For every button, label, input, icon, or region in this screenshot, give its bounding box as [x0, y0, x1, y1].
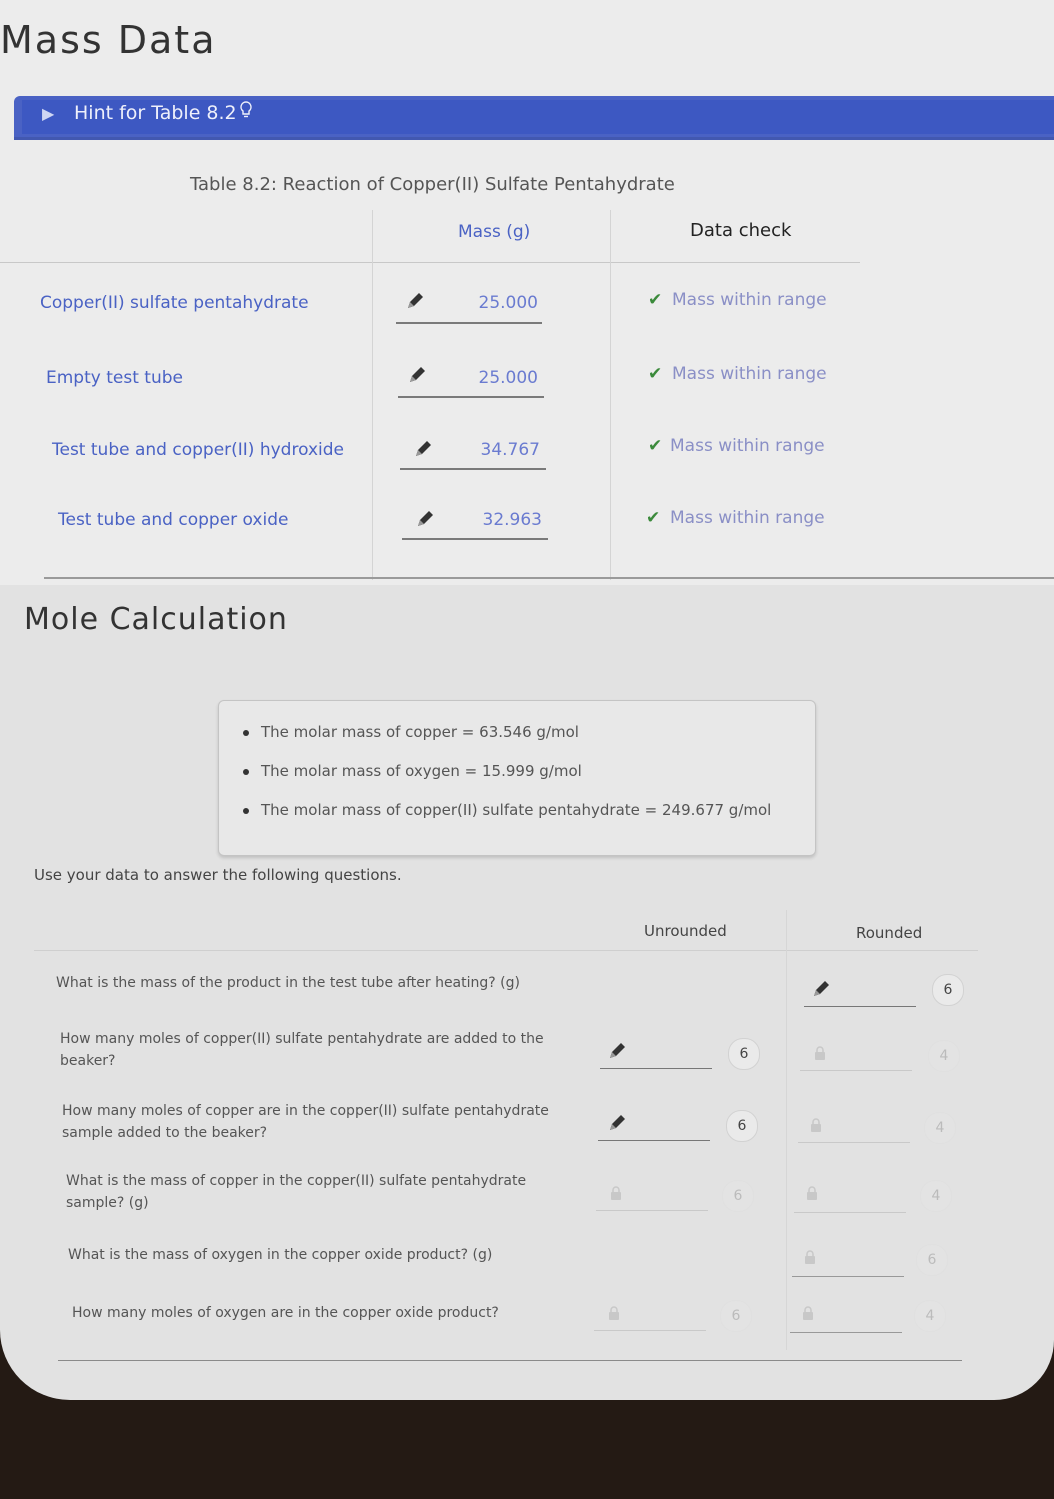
sig-fig-badge: 6 [720, 1300, 752, 1332]
mass-data-section: Mass Data ▶ Hint for Table 8.2 Table 8.2… [0, 0, 1054, 585]
check-icon: ✔ [648, 436, 663, 456]
rounded-answer-input [798, 1142, 910, 1143]
bullet [243, 808, 249, 814]
check-icon: ✔ [648, 364, 663, 384]
data-check-status: Mass within range [670, 508, 825, 528]
pencil-icon[interactable] [606, 1112, 628, 1134]
lock-icon [805, 1250, 815, 1264]
data-check-status: Mass within range [672, 290, 827, 310]
molar-mass-item: The molar mass of copper(II) sulfate pen… [261, 801, 772, 819]
header-divider [34, 950, 978, 951]
pencil-icon[interactable] [414, 508, 436, 530]
table-row: Test tube and copper(II) hydroxide 34.76… [0, 428, 1054, 488]
input-underline [396, 322, 542, 324]
mass-value-input[interactable]: 25.000 [458, 368, 538, 388]
mole-calculation-heading: Mole Calculation [24, 602, 288, 637]
data-check-status: Mass within range [672, 364, 827, 384]
rounded-answer-input[interactable] [804, 1006, 916, 1007]
lock-icon [609, 1306, 619, 1320]
table-row: Copper(II) sulfate pentahydrate 25.000 ✔… [0, 280, 1054, 340]
data-check-status: Mass within range [670, 436, 825, 456]
lock-icon [803, 1306, 813, 1320]
molar-mass-item: The molar mass of oxygen = 15.999 g/mol [261, 762, 582, 780]
table-row: Empty test tube 25.000 ✔ Mass within ran… [0, 354, 1054, 414]
pencil-icon[interactable] [404, 290, 426, 312]
bullet [243, 769, 249, 775]
header-divider [0, 262, 860, 263]
row-label: Test tube and copper oxide [58, 510, 289, 530]
sig-fig-badge: 4 [928, 1040, 960, 1072]
sig-fig-badge: 6 [722, 1180, 754, 1212]
rounded-answer-input [794, 1212, 906, 1213]
table-row: Test tube and copper oxide 32.963 ✔ Mass… [0, 498, 1054, 558]
question-text: What is the mass of copper in the copper… [66, 1173, 527, 1211]
mass-value-input[interactable]: 34.767 [460, 440, 540, 460]
question-text: What is the mass of oxygen in the copper… [68, 1247, 493, 1263]
unrounded-answer-input [594, 1330, 706, 1331]
section-divider [44, 577, 1054, 579]
pencil-icon[interactable] [810, 978, 832, 1000]
table-caption: Table 8.2: Reaction of Copper(II) Sulfat… [190, 174, 675, 195]
lock-icon [807, 1186, 817, 1200]
lock-icon [811, 1118, 821, 1132]
column-divider [786, 910, 787, 1350]
section-divider [58, 1360, 962, 1361]
molar-mass-info-box: The molar mass of copper = 63.546 g/mol … [218, 700, 816, 856]
bullet [243, 730, 249, 736]
sig-fig-badge: 6 [916, 1244, 948, 1276]
unrounded-answer-input [596, 1210, 708, 1211]
lightbulb-icon [240, 101, 252, 118]
row-label: Test tube and copper(II) hydroxide [52, 440, 344, 460]
input-underline [400, 468, 546, 470]
sig-fig-badge: 4 [914, 1300, 946, 1332]
question-text: How many moles of copper are in the copp… [62, 1103, 549, 1141]
hint-toggle[interactable]: ▶ Hint for Table 8.2 [14, 96, 1054, 140]
rounded-column-header: Rounded [856, 924, 923, 942]
rounded-answer-input [790, 1332, 902, 1333]
row-label: Empty test tube [46, 368, 183, 388]
unrounded-answer-input[interactable] [600, 1068, 712, 1069]
data-check-column-header: Data check [690, 220, 792, 241]
unrounded-answer-input[interactable] [598, 1140, 710, 1141]
molar-mass-item: The molar mass of copper = 63.546 g/mol [261, 723, 579, 741]
check-icon: ✔ [646, 508, 661, 528]
question-text: How many moles of copper(II) sulfate pen… [60, 1031, 544, 1069]
pencil-icon[interactable] [606, 1040, 628, 1062]
check-icon: ✔ [648, 290, 663, 310]
question-text: What is the mass of the product in the t… [56, 975, 520, 991]
question-text: How many moles of oxygen are in the copp… [72, 1305, 499, 1321]
pencil-icon[interactable] [406, 364, 428, 386]
mass-column-header: Mass (g) [458, 222, 531, 242]
hint-label: Hint for Table 8.2 [74, 102, 237, 124]
lock-icon [815, 1046, 825, 1060]
unrounded-column-header: Unrounded [644, 922, 727, 940]
mass-data-heading: Mass Data [0, 18, 217, 62]
sig-fig-badge: 6 [932, 974, 964, 1006]
row-label: Copper(II) sulfate pentahydrate [40, 293, 309, 313]
pencil-icon[interactable] [412, 438, 434, 460]
input-underline [398, 396, 544, 398]
mass-value-input[interactable]: 25.000 [458, 293, 538, 313]
app-screen: Mass Data ▶ Hint for Table 8.2 Table 8.2… [0, 0, 1054, 1400]
sig-fig-badge: 4 [924, 1112, 956, 1144]
input-underline [402, 538, 548, 540]
caret-right-icon: ▶ [42, 104, 55, 123]
rounded-answer-input [800, 1070, 912, 1071]
sig-fig-badge: 4 [920, 1180, 952, 1212]
rounded-answer-input [792, 1276, 904, 1277]
sig-fig-badge: 6 [728, 1038, 760, 1070]
mass-value-input[interactable]: 32.963 [462, 510, 542, 530]
lock-icon [611, 1186, 621, 1200]
instructions-text: Use your data to answer the following qu… [34, 866, 402, 884]
sig-fig-badge: 6 [726, 1110, 758, 1142]
